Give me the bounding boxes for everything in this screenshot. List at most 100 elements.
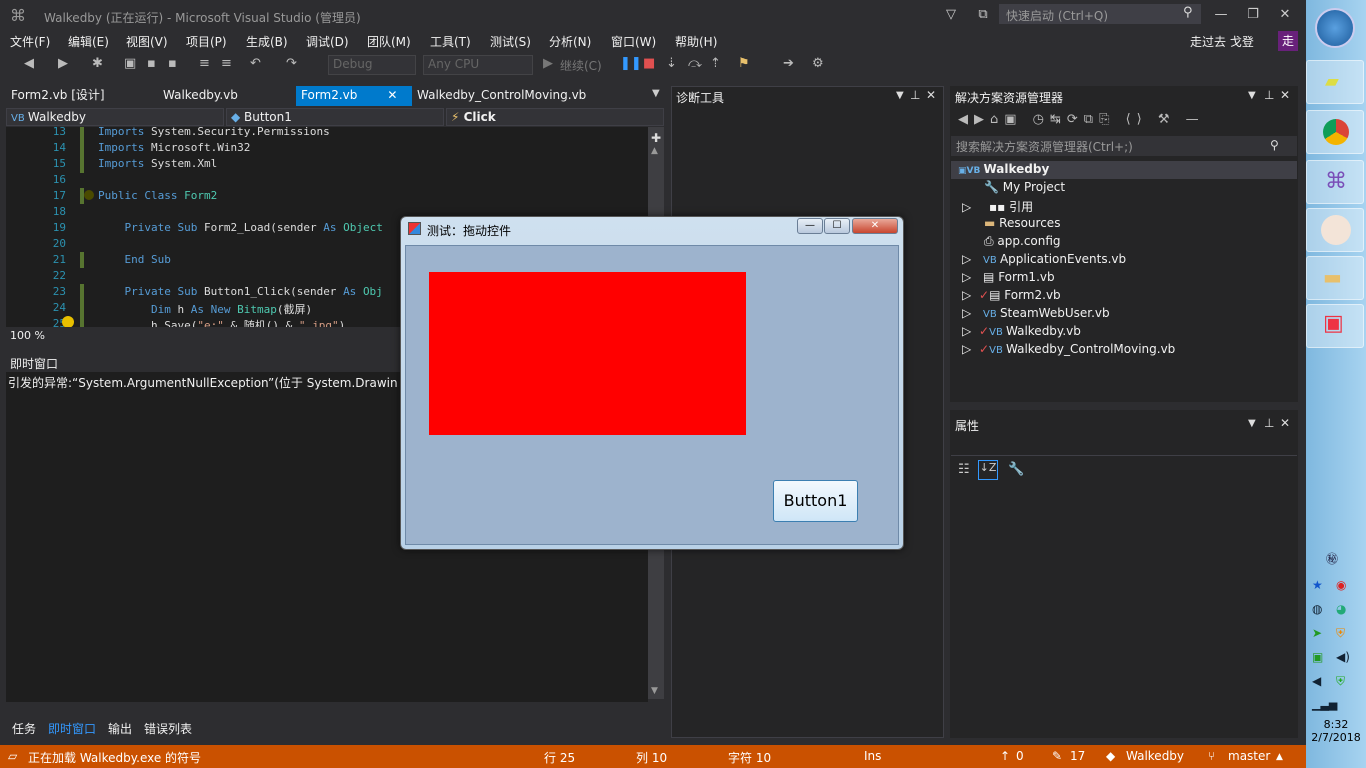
object-dropdown[interactable]: ◆ Button1 (226, 108, 444, 126)
search-icon[interactable]: ⚲ (1183, 5, 1193, 20)
undo-icon[interactable]: ↶ (250, 56, 261, 71)
menu-window[interactable]: 窗口(W) (611, 33, 656, 53)
pause-icon[interactable]: ❚❚ (620, 56, 642, 71)
push-icon[interactable]: ↑ (1000, 749, 1010, 763)
taskbar-office[interactable]: ▣ (1306, 304, 1364, 348)
quick-launch-input[interactable]: 快速启动 (Ctrl+Q) (999, 4, 1201, 24)
comment-icon[interactable]: ≡ (199, 56, 210, 71)
form-maximize-button[interactable]: ☐ (824, 218, 850, 234)
tab-immediate[interactable]: 即时窗口 (48, 720, 96, 737)
bookmark-icon[interactable]: ⚑ (738, 56, 750, 71)
tree-item-application-events[interactable]: ▷ VB ApplicationEvents.vb (962, 252, 1126, 266)
property-pages-icon[interactable]: 🔧 (1008, 462, 1024, 477)
pin-icon[interactable]: ⊥ (910, 88, 920, 102)
back-icon[interactable]: ◀ (24, 56, 34, 71)
filter-icon[interactable]: ▽ (938, 4, 964, 26)
save-icon[interactable]: ▪ (147, 56, 156, 71)
pin-icon[interactable]: ⊥ (1264, 88, 1274, 102)
tray-network-icon[interactable]: ▁▃▅ (1312, 698, 1337, 711)
tab-form2[interactable]: Form2.vb ✕ (296, 86, 412, 106)
menu-help[interactable]: 帮助(H) (675, 33, 717, 53)
scroll-up-icon[interactable]: ▲ (651, 146, 658, 156)
menu-tools[interactable]: 工具(T) (430, 33, 471, 53)
tree-item-form1[interactable]: ▷ ▤ Form1.vb (962, 270, 1055, 284)
event-dropdown[interactable]: ⚡ Click (446, 108, 664, 126)
branch-icon[interactable]: ⑂ (1208, 749, 1215, 763)
restore-button[interactable]: ❐ (1240, 4, 1266, 26)
close-button[interactable]: ✕ (1272, 4, 1298, 26)
alphabetical-icon[interactable]: ↓Z (978, 460, 998, 480)
tree-item-app-config[interactable]: ⎙ app.config (984, 234, 1061, 249)
repo-icon[interactable]: ◆ (1106, 749, 1115, 763)
menu-test[interactable]: 测试(S) (490, 33, 531, 53)
zoom-level[interactable]: 100 % (10, 329, 45, 342)
config-select[interactable]: Debug (328, 55, 416, 75)
search-icon[interactable]: ⚲ (1270, 138, 1279, 152)
tab-form2-design[interactable]: Form2.vb [设计] (6, 86, 156, 106)
form-minimize-button[interactable]: — (797, 218, 823, 234)
navigate-icon[interactable]: ➔ (783, 56, 794, 71)
close-icon[interactable]: ✕ (1280, 88, 1290, 102)
tray-netease-icon[interactable]: ◉ (1336, 578, 1346, 592)
step-over-icon[interactable]: ⤼ (688, 56, 702, 71)
taskbar-sticky-notes[interactable]: ▰ (1306, 60, 1364, 104)
tray-ime-icon[interactable]: ㊙ (1326, 550, 1338, 567)
menu-project[interactable]: 项目(P) (186, 33, 227, 53)
tree-item-references[interactable]: ▷ ▪▪ 引用 (962, 198, 1033, 215)
tab-walkedby[interactable]: Walkedby.vb (158, 86, 294, 106)
close-icon[interactable]: ✕ (1280, 416, 1290, 430)
tray-speaker-icon[interactable]: ◀ (1312, 674, 1321, 688)
status-branch[interactable]: master (1228, 749, 1270, 763)
save-all-icon[interactable]: ▪ (168, 56, 177, 71)
tab-overflow-icon[interactable]: ▼ (652, 88, 660, 99)
start-button[interactable] (1315, 8, 1355, 48)
taskbar-chrome[interactable] (1306, 110, 1364, 154)
status-unpushed[interactable]: 0 (1016, 749, 1024, 763)
solution-toolbar[interactable]: ◀▶⌂▣ ◷↹⟳⧉⎘ ⟨⟩ ⚒ — (958, 112, 1205, 127)
form-close-button[interactable]: ✕ (852, 218, 898, 234)
tray-chrome-icon[interactable]: ◕ (1336, 602, 1346, 616)
tree-item-form2[interactable]: ▷ ✓▤ Form2.vb (962, 288, 1061, 302)
tray-shield-icon[interactable]: ⛨ (1336, 626, 1345, 641)
taskbar-app[interactable] (1306, 208, 1364, 252)
menu-debug[interactable]: 调试(D) (306, 33, 349, 53)
tree-item-resources[interactable]: ▬ Resources (984, 216, 1060, 230)
categorized-icon[interactable]: ☷ (958, 462, 970, 477)
tray-security-icon[interactable]: ⛨ (1336, 674, 1345, 689)
stop-icon[interactable]: ■ (643, 56, 655, 71)
taskbar-explorer[interactable]: ▬ (1306, 256, 1364, 300)
continue-icon[interactable]: ▶ (543, 56, 553, 71)
taskbar-clock[interactable]: 8:32 2/7/2018 (1306, 718, 1366, 744)
step-into-icon[interactable]: ⇣ (666, 56, 677, 71)
project-dropdown[interactable]: VB Walkedby (6, 108, 224, 126)
tree-item-project[interactable]: ▣VB Walkedby (958, 162, 1049, 176)
branch-dropdown-icon[interactable]: ▲ (1276, 752, 1283, 762)
user-name[interactable]: 走过去 戈登 (1190, 33, 1254, 50)
close-icon[interactable]: ✕ (926, 88, 936, 102)
dropdown-icon[interactable]: ▼ (1248, 90, 1256, 101)
close-tab-icon[interactable]: ✕ (387, 88, 397, 102)
continue-button[interactable]: 继续(C) (560, 57, 602, 74)
tab-tasks[interactable]: 任务 (12, 720, 36, 737)
uncomment-icon[interactable]: ≡ (221, 56, 232, 71)
tree-item-controlmoving[interactable]: ▷ ✓VB Walkedby_ControlMoving.vb (962, 342, 1175, 356)
status-repo[interactable]: Walkedby (1126, 749, 1184, 763)
tree-item-steamwebuser[interactable]: ▷ VB SteamWebUser.vb (962, 306, 1110, 320)
tray-app-icon[interactable]: ★ (1312, 578, 1323, 592)
tray-volume-icon[interactable]: ◀) (1336, 650, 1350, 664)
menu-team[interactable]: 团队(M) (367, 33, 411, 53)
tab-controlmoving[interactable]: Walkedby_ControlMoving.vb (412, 86, 652, 106)
menu-build[interactable]: 生成(B) (246, 33, 288, 53)
new-item-icon[interactable]: ✱ (92, 56, 103, 71)
open-icon[interactable]: ▣ (124, 56, 136, 71)
status-changes[interactable]: 17 (1070, 749, 1085, 763)
menu-file[interactable]: 文件(F) (10, 33, 50, 53)
menu-edit[interactable]: 编辑(E) (68, 33, 109, 53)
taskbar-visual-studio[interactable]: ⌘ (1306, 160, 1364, 204)
dropdown-icon[interactable]: ▼ (1248, 418, 1256, 429)
settings-icon[interactable]: ⚙ (812, 56, 824, 71)
feedback-icon[interactable]: ⧉ (970, 4, 996, 26)
tab-output[interactable]: 输出 (108, 720, 132, 737)
split-icon[interactable]: ✚ (651, 131, 661, 145)
pencil-icon[interactable]: ✎ (1052, 749, 1062, 763)
